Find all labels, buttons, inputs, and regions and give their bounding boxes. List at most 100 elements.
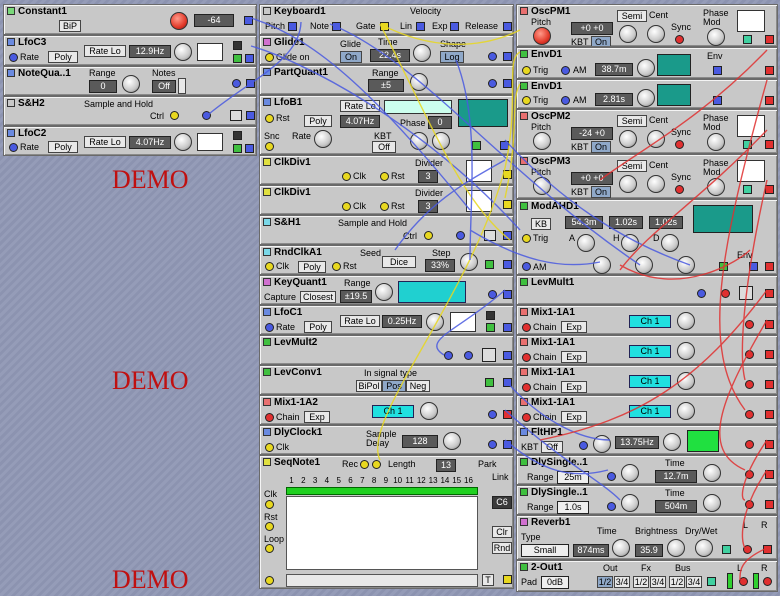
output-port[interactable] <box>765 262 774 271</box>
module-mix1a2[interactable]: Mix1-1A2 Chain Exp Ch 1 <box>259 395 514 425</box>
pitch-knob[interactable] <box>533 27 551 45</box>
left-input-port[interactable] <box>743 545 752 554</box>
rate-input-port[interactable] <box>9 143 18 152</box>
module-constant1[interactable]: Constant1 BiP -64 <box>3 4 257 35</box>
collapse-icon[interactable] <box>263 308 271 316</box>
mute-button[interactable] <box>743 35 752 44</box>
sync-input-port[interactable] <box>675 35 684 44</box>
am-input-port[interactable] <box>561 96 570 105</box>
time-mod-knob[interactable] <box>621 494 639 512</box>
phase-knob[interactable] <box>410 132 428 150</box>
range-knob[interactable] <box>375 283 393 301</box>
input-port[interactable] <box>745 440 754 449</box>
time-knob[interactable] <box>703 494 721 512</box>
module-keyboard1[interactable]: Keyboard1 Velocity Pitch Note Gate Lin E… <box>259 4 514 35</box>
poly-button[interactable]: Poly <box>304 321 332 333</box>
delay-knob[interactable] <box>443 432 461 450</box>
phase-mod-knob[interactable] <box>707 178 725 196</box>
rate-knob[interactable] <box>314 130 332 148</box>
module-lfoc1[interactable]: LfoC1 Rate Poly Rate Lo 0.25Hz <box>259 305 514 335</box>
output-port[interactable] <box>245 54 254 63</box>
module-notequant[interactable]: NoteQua..1 Range 0 Notes Off <box>3 66 257 96</box>
collapse-icon[interactable] <box>520 518 528 526</box>
output-port[interactable] <box>765 380 774 389</box>
output-port[interactable] <box>765 96 774 105</box>
pos-button[interactable]: Pos <box>382 380 406 392</box>
exp-button[interactable]: Exp <box>561 411 587 423</box>
collapse-icon[interactable] <box>263 158 271 166</box>
phase-mod-knob[interactable] <box>707 133 725 151</box>
poly-button[interactable]: Poly <box>304 115 332 127</box>
output-port[interactable] <box>245 144 254 153</box>
dice-button[interactable]: Dice <box>382 256 416 268</box>
module-levmult2[interactable]: LevMult2 <box>259 335 514 365</box>
trig-input-port[interactable] <box>522 234 531 243</box>
collapse-icon[interactable] <box>263 278 271 286</box>
range-knob[interactable] <box>122 75 140 93</box>
exp-button[interactable]: Exp <box>561 321 587 333</box>
reset-input-port[interactable] <box>265 114 274 123</box>
random-button[interactable]: Rnd <box>492 542 512 554</box>
rate-lo-button[interactable]: Rate Lo <box>340 315 380 327</box>
collapse-icon[interactable] <box>263 7 271 15</box>
kbt-off-button[interactable]: Off <box>541 441 563 453</box>
bipolar-button[interactable]: BiP <box>59 20 81 32</box>
out-12-button[interactable]: 1/2 <box>597 576 613 588</box>
cent-knob[interactable] <box>647 25 665 43</box>
neg-button[interactable]: Neg <box>406 380 430 392</box>
level-knob[interactable] <box>677 372 695 390</box>
waveform-selector[interactable] <box>737 115 765 137</box>
output-port[interactable] <box>765 35 774 44</box>
collapse-icon[interactable] <box>520 157 528 165</box>
collapse-icon[interactable] <box>520 338 528 346</box>
semi-button[interactable]: Semi <box>617 160 647 172</box>
collapse-icon[interactable] <box>520 308 528 316</box>
slv-output-port[interactable] <box>486 323 495 332</box>
rst-input-port[interactable] <box>265 522 274 531</box>
mod-input-port[interactable] <box>444 351 453 360</box>
am-input-port[interactable] <box>522 262 531 271</box>
lin-output-port[interactable] <box>416 22 425 31</box>
constant-value-knob[interactable] <box>170 12 188 30</box>
rst-input-port[interactable] <box>380 202 389 211</box>
collapse-icon[interactable] <box>7 129 15 137</box>
clk-input-port[interactable] <box>265 500 274 509</box>
module-mix1a1-c[interactable]: Mix1-1A1 Chain Exp Ch 1 <box>516 365 778 395</box>
hold-mod-knob[interactable] <box>635 256 653 274</box>
module-envd1-a[interactable]: EnvD1 Trig AM 38.7m Env <box>516 47 778 79</box>
module-partquant1[interactable]: PartQuant1 Range ±5 <box>259 65 514 95</box>
slv-output-port[interactable] <box>472 141 481 150</box>
rate-knob[interactable] <box>426 313 444 331</box>
module-levconv1[interactable]: LevConv1 In signal type BiPol Pos Neg <box>259 365 514 395</box>
env-output-port[interactable] <box>749 262 758 271</box>
kbt-on-button[interactable]: On <box>591 186 611 198</box>
input-port[interactable] <box>232 79 241 88</box>
collapse-icon[interactable] <box>263 188 271 196</box>
collapse-icon[interactable] <box>520 368 528 376</box>
input-port[interactable] <box>721 289 730 298</box>
output-port[interactable] <box>503 52 512 61</box>
output-port[interactable] <box>765 185 774 194</box>
collapse-icon[interactable] <box>263 68 271 76</box>
semi-knob[interactable] <box>619 130 637 148</box>
left-input-port[interactable] <box>739 577 748 586</box>
collapse-icon[interactable] <box>263 368 271 376</box>
collapse-icon[interactable] <box>520 398 528 406</box>
module-mix1a1-a[interactable]: Mix1-1A1 Chain Exp Ch 1 <box>516 305 778 335</box>
input-port[interactable] <box>745 500 754 509</box>
collapse-icon[interactable] <box>263 338 271 346</box>
output-port[interactable] <box>503 170 512 179</box>
input-port[interactable] <box>745 410 754 419</box>
collapse-icon[interactable] <box>7 7 15 15</box>
level-knob[interactable] <box>677 402 695 420</box>
semi-button[interactable]: Semi <box>617 10 647 22</box>
note-grid[interactable] <box>286 496 478 570</box>
input-port[interactable] <box>456 231 465 240</box>
decay-mod-knob[interactable] <box>677 256 695 274</box>
collapse-icon[interactable] <box>7 99 15 107</box>
slv-output-port[interactable] <box>719 262 728 271</box>
output-port[interactable] <box>246 79 255 88</box>
input-port[interactable] <box>488 79 497 88</box>
sync-input-port[interactable] <box>675 140 684 149</box>
collapse-icon[interactable] <box>263 428 271 436</box>
